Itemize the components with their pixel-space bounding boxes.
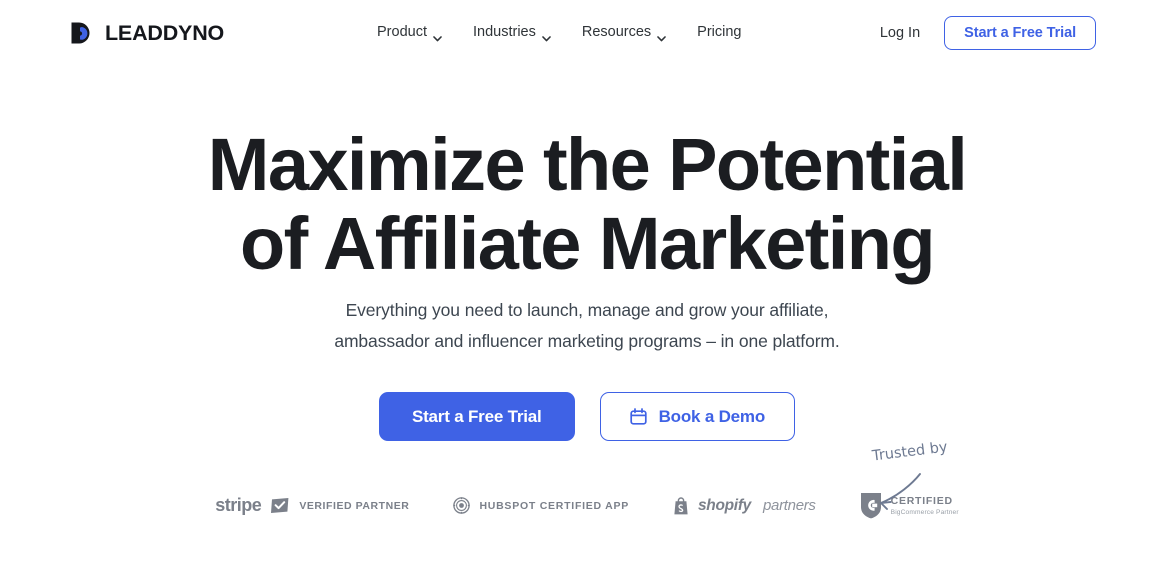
trusted-by-label: Trusted by (871, 439, 949, 465)
hubspot-certified-app-label: HUBSPOT CERTIFIED APP (479, 499, 629, 512)
check-badge-icon (270, 497, 290, 514)
hero-subtitle-line-1: Everything you need to launch, manage an… (345, 300, 829, 320)
hero-subtitle-line-2: ambassador and influencer marketing prog… (334, 331, 840, 351)
page-root: LEADDYNO Product Industries Resources Pr… (0, 0, 1174, 565)
chevron-down-icon (542, 30, 551, 42)
partner-logos-row: stripe VERIFIED PARTNER HUBSPOT CERTIFIE… (0, 492, 1174, 519)
start-free-trial-button[interactable]: Start a Free Trial (378, 392, 575, 441)
leaddyno-d-logo-icon (70, 21, 96, 46)
shopify-partners-label: partners (763, 497, 816, 514)
nav-item-resources[interactable]: Resources (582, 22, 666, 42)
hero-title-line-1: Maximize the Potential (207, 123, 968, 206)
nav-actions: Log In Start a Free Trial (880, 16, 1096, 50)
partner-shopify: shopify partners (673, 497, 816, 515)
hero-subtitle: Everything you need to launch, manage an… (0, 295, 1174, 357)
nav-item-industries[interactable]: Industries (473, 22, 551, 42)
top-navigation-bar: LEADDYNO Product Industries Resources Pr… (0, 0, 1174, 66)
nav-start-free-trial-button[interactable]: Start a Free Trial (944, 16, 1096, 50)
nav-links: Product Industries Resources Pricing (377, 22, 742, 42)
nav-item-pricing[interactable]: Pricing (697, 22, 741, 42)
calendar-icon (629, 408, 647, 425)
page-title: Maximize the Potential of Affiliate Mark… (0, 125, 1174, 283)
hero-cta-row: Start a Free Trial Book a Demo (0, 392, 1174, 441)
book-a-demo-button[interactable]: Book a Demo (599, 392, 796, 441)
hero-title-line-2: of Affiliate Marketing (240, 202, 935, 285)
book-a-demo-label: Book a Demo (658, 406, 766, 426)
chevron-down-icon (657, 30, 666, 42)
stripe-wordmark: stripe (215, 495, 262, 515)
shopify-bag-icon (673, 496, 689, 515)
curved-arrow-down-left-icon (862, 468, 932, 519)
nav-item-label: Product (377, 24, 427, 40)
brand-name: LEADDYNO (105, 21, 225, 45)
brand-logo[interactable]: LEADDYNO (70, 21, 224, 46)
nav-item-label: Pricing (697, 24, 742, 40)
nav-item-label: Industries (472, 24, 536, 40)
partner-stripe: stripe VERIFIED PARTNER (215, 495, 409, 516)
chevron-down-icon (433, 30, 442, 42)
partner-hubspot: HUBSPOT CERTIFIED APP (453, 497, 629, 514)
login-link[interactable]: Log In (880, 25, 920, 41)
shopify-wordmark: shopify (697, 496, 751, 514)
nav-item-label: Resources (581, 24, 652, 40)
nav-item-product[interactable]: Product (377, 22, 442, 42)
hubspot-sprocket-icon (453, 497, 471, 514)
stripe-verified-partner-label: VERIFIED PARTNER (299, 499, 410, 512)
trusted-by-annotation: Trusted by (862, 439, 972, 519)
